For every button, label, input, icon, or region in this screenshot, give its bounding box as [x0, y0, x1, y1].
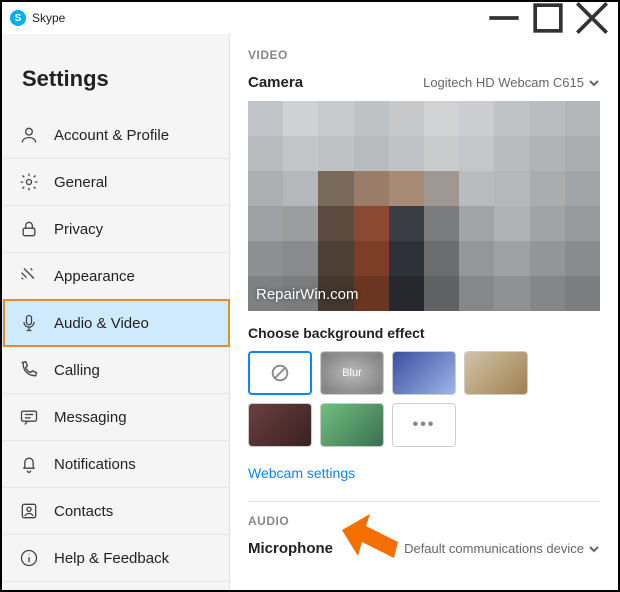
sparkle-icon [18, 265, 40, 287]
sidebar-item-label: Notifications [54, 456, 136, 473]
background-effect-label: Choose background effect [248, 325, 600, 341]
video-section-label: VIDEO [248, 48, 600, 62]
sidebar-item-appearance[interactable]: Appearance [2, 253, 229, 300]
effect-image-4[interactable] [320, 403, 384, 447]
none-icon [269, 362, 291, 384]
bell-icon [18, 453, 40, 475]
sidebar-item-label: General [54, 174, 107, 191]
effects-row-1: Blur [248, 351, 600, 395]
webcam-settings-link[interactable]: Webcam settings [248, 465, 355, 481]
window-controls [482, 3, 614, 33]
gear-icon [18, 171, 40, 193]
microphone-row: Microphone Default communications device [248, 540, 600, 557]
phone-icon [18, 359, 40, 381]
contacts-icon [18, 500, 40, 522]
effect-blur[interactable]: Blur [320, 351, 384, 395]
chevron-down-icon [588, 543, 600, 555]
sidebar-item-label: Messaging [54, 409, 127, 426]
sidebar-item-label: Contacts [54, 503, 113, 520]
camera-row: Camera Logitech HD Webcam C615 [248, 74, 600, 91]
lock-icon [18, 218, 40, 240]
audio-section-label: AUDIO [248, 514, 600, 528]
info-icon [18, 547, 40, 569]
sidebar-item-calling[interactable]: Calling [2, 347, 229, 394]
sidebar-item-label: Privacy [54, 221, 103, 238]
sidebar-item-contacts[interactable]: Contacts [2, 488, 229, 535]
close-button[interactable] [570, 3, 614, 33]
pixelated-preview [248, 101, 600, 311]
sidebar-item-label: Account & Profile [54, 127, 169, 144]
sidebar-item-messaging[interactable]: Messaging [2, 394, 229, 441]
sidebar-item-label: Appearance [54, 268, 135, 285]
chevron-down-icon [588, 77, 600, 89]
section-separator [248, 501, 600, 502]
sidebar-item-label: Help & Feedback [54, 550, 169, 567]
effect-blur-label: Blur [342, 367, 362, 379]
skype-logo-icon: S [10, 10, 26, 26]
message-icon [18, 406, 40, 428]
sidebar-item-general[interactable]: General [2, 159, 229, 206]
microphone-device-dropdown[interactable]: Default communications device [404, 541, 600, 556]
effect-more-button[interactable]: ••• [392, 403, 456, 447]
titlebar: S Skype [2, 2, 618, 34]
preview-watermark: RepairWin.com [256, 286, 359, 303]
sidebar-item-privacy[interactable]: Privacy [2, 206, 229, 253]
camera-device-value: Logitech HD Webcam C615 [423, 75, 584, 90]
maximize-button[interactable] [526, 3, 570, 33]
sidebar-item-notifications[interactable]: Notifications [2, 441, 229, 488]
app-title: Skype [32, 11, 482, 25]
effect-none[interactable] [248, 351, 312, 395]
microphone-icon [18, 312, 40, 334]
sidebar-item-audio-video[interactable]: Audio & Video [2, 300, 229, 347]
camera-label: Camera [248, 74, 303, 91]
microphone-label: Microphone [248, 540, 333, 557]
effect-image-1[interactable] [392, 351, 456, 395]
main-content: VIDEO Camera Logitech HD Webcam C615 R [230, 34, 618, 590]
effect-image-2[interactable] [464, 351, 528, 395]
app-window: S Skype Settings Account & Profile [0, 0, 620, 592]
sidebar-item-help[interactable]: Help & Feedback [2, 535, 229, 582]
person-icon [18, 124, 40, 146]
sidebar-item-account[interactable]: Account & Profile [2, 112, 229, 159]
more-label: ••• [413, 416, 436, 434]
sidebar: Settings Account & Profile General Priva… [2, 34, 230, 590]
sidebar-item-label: Calling [54, 362, 100, 379]
effect-image-3[interactable] [248, 403, 312, 447]
sidebar-item-label: Audio & Video [54, 315, 149, 332]
microphone-device-value: Default communications device [404, 541, 584, 556]
sidebar-title: Settings [2, 48, 229, 112]
camera-preview: RepairWin.com [248, 101, 600, 311]
body: Settings Account & Profile General Priva… [2, 34, 618, 590]
camera-device-dropdown[interactable]: Logitech HD Webcam C615 [423, 75, 600, 90]
minimize-button[interactable] [482, 3, 526, 33]
effects-row-2: ••• [248, 403, 600, 447]
